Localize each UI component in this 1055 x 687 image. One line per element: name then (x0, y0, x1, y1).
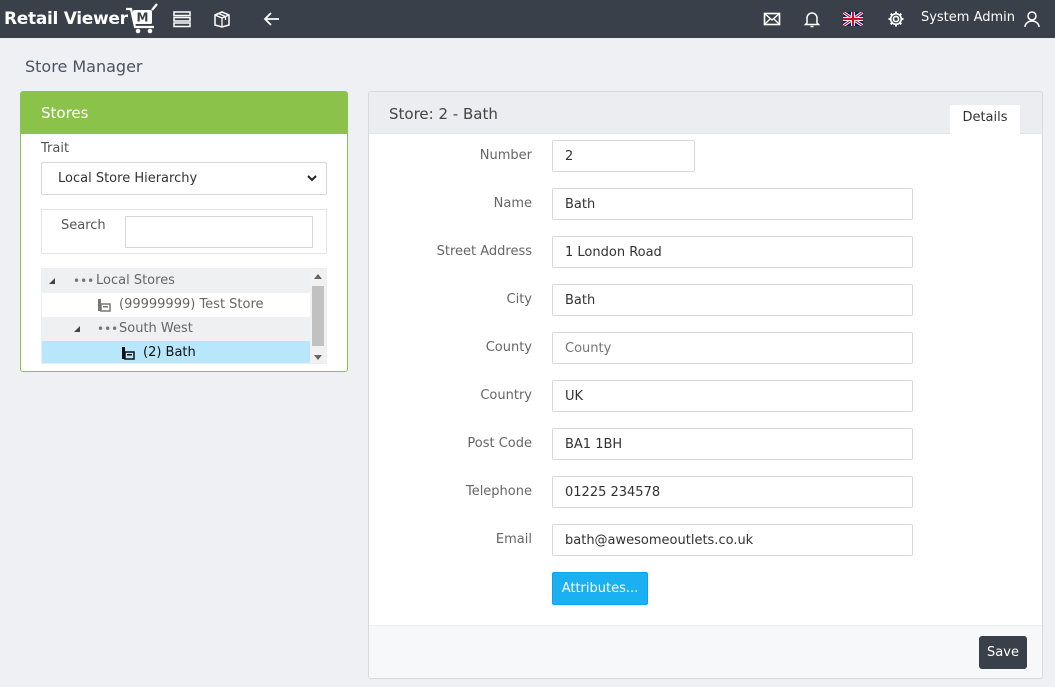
post-code-field[interactable] (552, 428, 913, 460)
collapse-triangle-icon[interactable] (73, 325, 81, 333)
store-icon (98, 299, 111, 312)
search-input[interactable] (125, 216, 313, 248)
box-icon[interactable] (212, 9, 232, 29)
tree-node-local-stores[interactable]: ••• Local Stores (42, 269, 310, 293)
form-row-number: Number (369, 140, 1042, 172)
logo-badge: M (136, 11, 148, 25)
tree-node-bath[interactable]: (2) Bath (42, 341, 310, 363)
page-title: Store Manager (25, 57, 143, 76)
form-row-post-code: Post Code (369, 428, 1042, 460)
city-field[interactable] (552, 284, 913, 316)
scroll-up-arrow-icon[interactable] (314, 274, 322, 279)
email-field[interactable] (552, 524, 913, 556)
tree-node-test-store[interactable]: (99999999) Test Store (42, 293, 310, 317)
group-dots-icon: ••• (97, 322, 119, 336)
cart-logo-icon: M (125, 3, 158, 34)
county-field[interactable] (552, 332, 913, 364)
back-arrow-icon[interactable] (262, 9, 282, 29)
top-navigation-bar: Retail Viewer M System Admin (0, 0, 1055, 38)
field-label: Country (480, 388, 532, 403)
number-field[interactable] (552, 140, 695, 172)
stores-panel-header: Stores (21, 92, 347, 134)
mail-icon[interactable] (762, 9, 782, 29)
user-icon[interactable] (1022, 9, 1042, 29)
form-row-telephone: Telephone (369, 476, 1042, 508)
telephone-field[interactable] (552, 476, 913, 508)
tree-node-label: South West (119, 321, 193, 336)
tree-scrollbar[interactable] (310, 269, 326, 363)
logo-text: Retail Viewer (4, 9, 128, 29)
scroll-down-arrow-icon[interactable] (314, 355, 322, 360)
store-detail-panel: Store: 2 - Bath Details Number Name Stre… (368, 91, 1043, 679)
collapse-triangle-icon[interactable] (48, 277, 56, 285)
tab-details[interactable]: Details (950, 105, 1020, 134)
field-label: Street Address (436, 244, 532, 259)
form-row-street-address: Street Address (369, 236, 1042, 268)
tree-node-label: Local Stores (96, 273, 175, 288)
form-row-county: County (369, 332, 1042, 364)
trait-label: Trait (41, 141, 70, 156)
search-label: Search (61, 218, 106, 233)
menu-list-icon[interactable] (172, 9, 192, 29)
tree-node-label: (2) Bath (143, 345, 196, 360)
field-label: Number (479, 148, 532, 163)
field-label: Email (495, 532, 532, 547)
group-dots-icon: ••• (73, 274, 95, 288)
bell-icon[interactable] (802, 9, 822, 29)
name-field[interactable] (552, 188, 913, 220)
chevron-down-icon (307, 175, 317, 182)
country-field[interactable] (552, 380, 913, 412)
field-label: City (506, 292, 532, 307)
form-row-city: City (369, 284, 1042, 316)
field-label: County (485, 340, 532, 355)
form-row-email: Email (369, 524, 1042, 556)
tree-node-label: (99999999) Test Store (119, 297, 264, 312)
street-address-field[interactable] (552, 236, 913, 268)
store-icon (122, 347, 135, 360)
trait-select-value: Local Store Hierarchy (58, 171, 198, 186)
app-logo[interactable]: Retail Viewer M (4, 2, 160, 36)
trait-select[interactable]: Local Store Hierarchy (41, 162, 327, 195)
stores-panel: Stores Trait Local Store Hierarchy Searc… (20, 91, 348, 372)
detail-panel-title: Store: 2 - Bath (389, 105, 498, 123)
detail-panel-header: Store: 2 - Bath Details (369, 92, 1042, 134)
field-label: Telephone (465, 484, 532, 499)
save-button[interactable]: Save (979, 636, 1027, 669)
uk-flag-icon[interactable] (843, 9, 863, 29)
detail-panel-footer: Save (369, 625, 1042, 678)
store-tree: ••• Local Stores (99999999) Test Store •… (41, 268, 327, 364)
field-label: Post Code (467, 436, 532, 451)
tree-node-south-west[interactable]: ••• South West (42, 317, 310, 341)
user-name[interactable]: System Admin (921, 10, 1015, 25)
scrollbar-thumb[interactable] (312, 286, 324, 346)
field-label: Name (493, 196, 532, 211)
form-row-name: Name (369, 188, 1042, 220)
attributes-button[interactable]: Attributes... (552, 572, 648, 605)
gear-icon[interactable] (886, 9, 906, 29)
search-box: Search (41, 209, 327, 254)
form-row-country: Country (369, 380, 1042, 412)
